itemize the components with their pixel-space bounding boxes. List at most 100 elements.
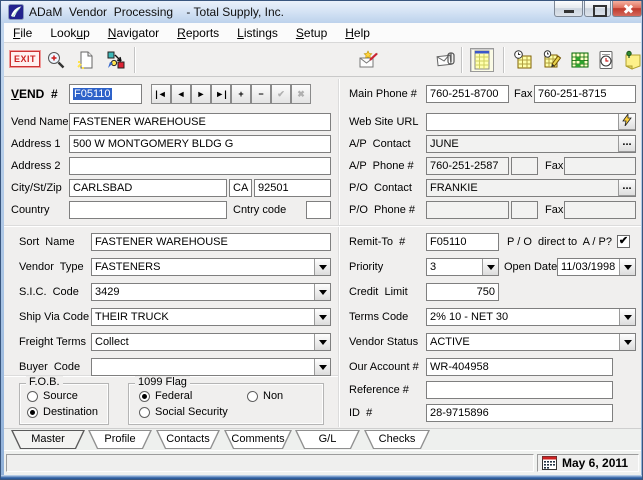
- ap-contact-input[interactable]: JUNE: [426, 135, 636, 153]
- sticky-note-icon[interactable]: [620, 48, 643, 72]
- record-navigator: |◄ ◄ ► ►| + − ✔ ✖: [151, 84, 311, 104]
- chevron-down-icon[interactable]: [314, 334, 330, 350]
- web-url-input[interactable]: [426, 113, 636, 131]
- state-input[interactable]: CA: [229, 179, 252, 197]
- remit-to-input[interactable]: F05110: [426, 233, 499, 251]
- id-number-input[interactable]: 28-9715896: [426, 404, 613, 422]
- chevron-down-icon[interactable]: [314, 284, 330, 300]
- priority-select[interactable]: 3: [426, 258, 499, 276]
- fob-groupbox: F.O.B. Source Destination: [19, 383, 109, 425]
- fob-destination-radio[interactable]: Destination: [27, 406, 98, 418]
- reference-input[interactable]: [426, 381, 613, 399]
- chevron-down-icon[interactable]: [482, 259, 498, 275]
- current-date: May 6, 2011: [562, 456, 628, 470]
- new-document-icon[interactable]: [74, 48, 98, 72]
- chevron-down-icon[interactable]: [619, 309, 635, 325]
- po-contact-lookup-button[interactable]: ...: [618, 180, 635, 196]
- table-icon[interactable]: [568, 48, 592, 72]
- ap-contact-label: A/P Contact: [349, 135, 411, 153]
- mail-attachment-icon[interactable]: [434, 48, 458, 72]
- main-fax-input[interactable]: 760-251-8715: [534, 85, 636, 103]
- tab-profile[interactable]: Profile: [88, 430, 152, 449]
- radio-icon: [247, 391, 258, 402]
- chevron-down-icon[interactable]: [619, 259, 635, 275]
- tab-checks[interactable]: Checks: [364, 430, 430, 449]
- vend-name-input[interactable]: FASTENER WAREHOUSE: [69, 113, 331, 131]
- nav-cancel-button[interactable]: ✖: [291, 84, 311, 104]
- minimize-button[interactable]: [554, 1, 583, 17]
- nav-last-button[interactable]: ►|: [211, 84, 231, 104]
- vend-number-input[interactable]: F05110: [69, 84, 142, 104]
- calendar-edit-icon[interactable]: [540, 48, 564, 72]
- country-input[interactable]: [69, 201, 227, 219]
- calendar-clock-icon[interactable]: [511, 48, 535, 72]
- po-phone-input[interactable]: [426, 201, 509, 219]
- terms-code-select[interactable]: 2% 10 - NET 30: [426, 308, 636, 326]
- title-bar: ADaM Vendor Processing - Total Supply, I…: [1, 1, 643, 23]
- nav-first-button[interactable]: |◄: [151, 84, 171, 104]
- chevron-down-icon[interactable]: [619, 334, 635, 350]
- tab-gl[interactable]: G/L: [295, 430, 360, 449]
- chevron-down-icon[interactable]: [314, 359, 330, 375]
- freight-terms-select[interactable]: Collect: [91, 333, 331, 351]
- buyer-code-select[interactable]: [91, 358, 331, 376]
- menu-file[interactable]: File: [4, 23, 41, 43]
- our-account-input[interactable]: WR-404958: [426, 358, 613, 376]
- nav-next-button[interactable]: ►: [191, 84, 211, 104]
- toolbar-separator: [461, 47, 462, 73]
- flag-social-security-radio[interactable]: Social Security: [139, 406, 228, 418]
- ap-contact-lookup-button[interactable]: ...: [618, 136, 635, 152]
- tab-master[interactable]: Master: [11, 430, 85, 449]
- navigator-icon[interactable]: [104, 48, 128, 72]
- document-clock-icon[interactable]: [594, 48, 618, 72]
- nav-prior-button[interactable]: ◄: [171, 84, 191, 104]
- sic-code-select[interactable]: 3429: [91, 283, 331, 301]
- menu-setup[interactable]: Setup: [287, 23, 336, 43]
- zip-input[interactable]: 92501: [254, 179, 331, 197]
- tab-comments[interactable]: Comments: [224, 430, 292, 449]
- nav-post-button[interactable]: ✔: [271, 84, 291, 104]
- ship-via-select[interactable]: THEIR TRUCK: [91, 308, 331, 326]
- open-date-select[interactable]: 11/03/1998: [557, 258, 636, 276]
- sort-name-input[interactable]: FASTENER WAREHOUSE: [91, 233, 331, 251]
- cntry-code-input[interactable]: [306, 201, 331, 219]
- po-fax-input[interactable]: [564, 201, 636, 219]
- main-phone-input[interactable]: 760-251-8700: [426, 85, 509, 103]
- chevron-down-icon[interactable]: [314, 309, 330, 325]
- exit-button[interactable]: EXIT: [10, 51, 40, 67]
- compose-mail-icon[interactable]: [357, 48, 381, 72]
- menu-reports[interactable]: Reports: [168, 23, 228, 43]
- tab-contacts[interactable]: Contacts: [156, 430, 220, 449]
- po-phone-label: P/O Phone #: [349, 201, 415, 219]
- fob-source-radio[interactable]: Source: [27, 390, 78, 402]
- menu-listings[interactable]: Listings: [228, 23, 287, 43]
- browse-grid-icon[interactable]: [470, 48, 494, 72]
- vendor-status-select[interactable]: ACTIVE: [426, 333, 636, 351]
- flag-federal-radio[interactable]: Federal: [139, 390, 192, 402]
- po-contact-input[interactable]: FRANKIE: [426, 179, 636, 197]
- maximize-button[interactable]: [584, 1, 611, 17]
- menu-navigator[interactable]: Navigator: [99, 23, 168, 43]
- fob-group-caption: F.O.B.: [26, 376, 63, 388]
- city-input[interactable]: CARLSBAD: [69, 179, 227, 197]
- nav-delete-button[interactable]: −: [251, 84, 271, 104]
- ap-phone-ext-input[interactable]: [511, 157, 538, 175]
- address1-input[interactable]: 500 W MONTGOMERY BLDG G: [69, 135, 331, 153]
- url-launch-button[interactable]: [618, 114, 635, 130]
- zoom-search-icon[interactable]: [44, 48, 68, 72]
- vendor-type-select[interactable]: FASTENERS: [91, 258, 331, 276]
- close-button[interactable]: [612, 1, 642, 17]
- nav-insert-button[interactable]: +: [231, 84, 251, 104]
- address2-label: Address 2: [11, 157, 61, 175]
- ap-phone-input[interactable]: 760-251-2587: [426, 157, 509, 175]
- ap-fax-input[interactable]: [564, 157, 636, 175]
- address2-input[interactable]: [69, 157, 331, 175]
- po-direct-checkbox[interactable]: ✔: [617, 235, 630, 248]
- chevron-down-icon[interactable]: [314, 259, 330, 275]
- menu-lookup[interactable]: Lookup: [41, 23, 98, 43]
- flag-non-radio[interactable]: Non: [247, 390, 283, 402]
- credit-limit-input[interactable]: 750: [426, 283, 499, 301]
- menu-help[interactable]: Help: [336, 23, 379, 43]
- sort-name-label: Sort Name: [19, 233, 75, 251]
- po-phone-ext-input[interactable]: [511, 201, 538, 219]
